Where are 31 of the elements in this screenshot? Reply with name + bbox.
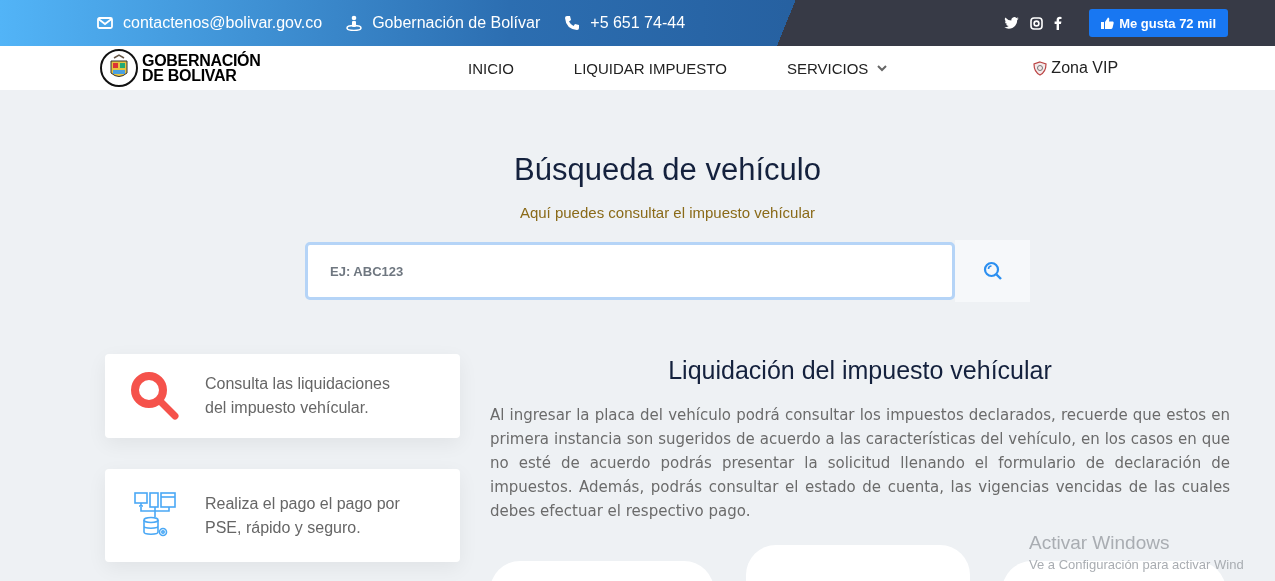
feature-text: Consulta las liquidaciones del impuesto vehícular.	[205, 374, 391, 418]
activation-text: Ve a Configuración para activar Wind	[1029, 557, 1244, 572]
plate-search-field[interactable]: EJ: ABC123	[305, 242, 955, 300]
page-title: Búsqueda de vehículo	[514, 152, 821, 188]
contact-text: Gobernación de Bolívar	[372, 14, 541, 32]
section-title: Liquidación del impuesto vehícular	[667, 355, 1053, 385]
logo-text: GOBERNACIÓN DE BOLIVAR	[142, 53, 261, 83]
facebook-icon[interactable]	[1054, 16, 1063, 30]
vip-link[interactable]: Zona VIP	[1033, 59, 1119, 77]
magnifier-icon	[129, 370, 181, 422]
contact-text: contactenos@bolivar.gov.co	[123, 14, 323, 32]
nav-link[interactable]: LIQUIDAR IMPUESTO	[573, 59, 727, 77]
person-icon	[346, 15, 363, 31]
like-button[interactable]: Me gusta 72 mil	[1089, 9, 1228, 37]
instagram-icon[interactable]	[1030, 16, 1044, 30]
shield-icon	[1033, 60, 1048, 76]
section-paragraph: Al ingresar la placa del vehículo podrá consultar los impuestos declarados, recuerde que estos en primera instancia son sugeridos de acuerdo a las características del vehículo, en los casos en que no esté de acuerdo podrás presentar la solicitud llenando el formulario de declaración de impuestos. Además, podrás consultar el estado de cuenta, las vigencias vencidas de las cuales debes efectuar el respectivo pago.	[490, 405, 1230, 522]
feature-text: Realiza el pago el pago por PSE, rápido y seguro.	[205, 493, 401, 538]
search-button[interactable]	[955, 240, 1030, 302]
chevron-down-icon	[877, 64, 888, 72]
search-icon	[982, 261, 1003, 281]
thumbs-up-icon	[1101, 17, 1115, 29]
envelope-icon	[97, 17, 113, 29]
coat-of-arms-icon	[100, 49, 138, 87]
activation-title: Activar Windows	[1029, 532, 1171, 554]
page-subtitle: Aquí puedes consultar el impuesto vehícular	[519, 204, 816, 221]
twitter-icon[interactable]	[1004, 17, 1020, 29]
nav-link[interactable]: SERVICIOS	[786, 59, 888, 77]
phone-icon	[564, 15, 581, 31]
contact-text: +5 651 74-44	[590, 14, 686, 32]
nav-link[interactable]: INICIO	[468, 59, 514, 77]
